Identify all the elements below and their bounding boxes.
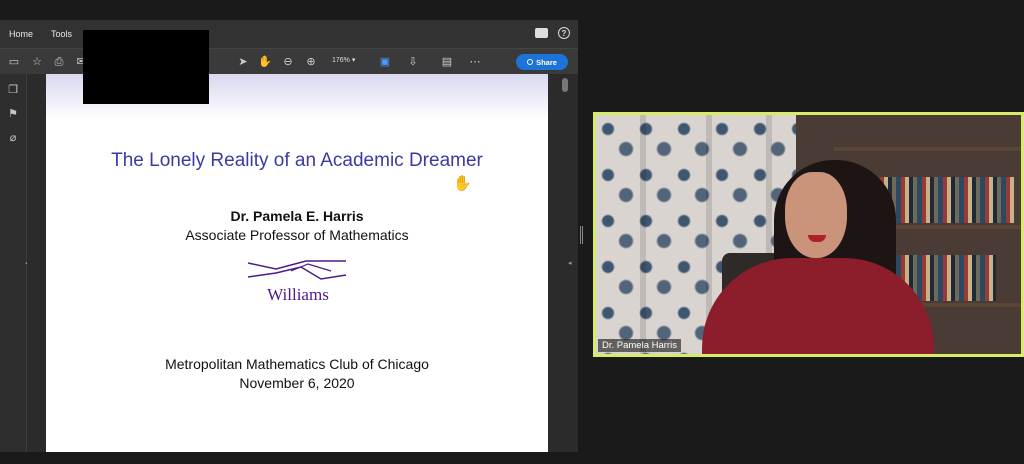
hand-icon[interactable]: ✋ bbox=[258, 55, 272, 69]
left-sidebar: ❐ ⚑ ⌀ ◂ bbox=[0, 74, 29, 452]
pages-icon[interactable]: ❐ bbox=[7, 84, 19, 96]
author-role: Associate Professor of Mathematics bbox=[185, 227, 409, 243]
document-area[interactable]: The Lonely Reality of an Academic Dreame… bbox=[27, 74, 578, 452]
bookmark-icon[interactable]: ⚑ bbox=[7, 108, 19, 120]
zoom-level-select[interactable]: 176% ▾ bbox=[332, 56, 355, 64]
chat-icon[interactable] bbox=[535, 28, 548, 38]
screen: Home Tools ? ▭ ☆ ⎙ ✉ 1) ➤ ✋ ⊖ ⊕ 176% ▾ ▣… bbox=[0, 0, 1024, 464]
share-button[interactable]: Share bbox=[516, 54, 568, 70]
menu-tools[interactable]: Tools bbox=[42, 29, 81, 39]
scroll-mode-icon[interactable]: ⇩ bbox=[406, 55, 420, 69]
mountain-logo-icon bbox=[247, 260, 347, 280]
scrollbar-thumb[interactable] bbox=[562, 78, 568, 92]
print-icon[interactable]: ⎙ bbox=[52, 55, 66, 69]
zoom-level-value: 176% bbox=[332, 57, 350, 64]
person-face bbox=[785, 172, 847, 258]
logo-text: Williams bbox=[267, 285, 329, 304]
attachment-icon[interactable]: ⌀ bbox=[7, 132, 19, 144]
split-divider-handle[interactable] bbox=[580, 226, 583, 244]
event-name: Metropolitan Mathematics Club of Chicago bbox=[165, 356, 429, 372]
zoom-in-icon[interactable]: ⊕ bbox=[304, 55, 318, 69]
comment-icon[interactable]: ▤ bbox=[440, 55, 454, 69]
author-name: Dr. Pamela E. Harris bbox=[230, 208, 364, 224]
pointer-icon[interactable]: ➤ bbox=[236, 55, 250, 69]
participant-name-tag: Dr. Pamela Harris bbox=[598, 339, 681, 352]
share-person-icon bbox=[527, 59, 534, 65]
more-icon[interactable]: ⋯ bbox=[468, 55, 482, 69]
fit-page-icon[interactable]: ▣ bbox=[378, 55, 392, 69]
share-label: Share bbox=[536, 57, 557, 67]
pdf-page: The Lonely Reality of an Academic Dreame… bbox=[46, 74, 548, 452]
hand-cursor-icon: ✋ bbox=[453, 175, 472, 192]
help-icon[interactable]: ? bbox=[558, 27, 570, 39]
slide-title: The Lonely Reality of an Academic Dreame… bbox=[111, 150, 483, 171]
menu-home[interactable]: Home bbox=[0, 29, 42, 39]
expand-right-panel-icon[interactable]: ◂ bbox=[568, 259, 572, 267]
video-tile[interactable]: Dr. Pamela Harris bbox=[593, 112, 1024, 357]
williams-logo: Williams bbox=[246, 257, 350, 305]
event-date: November 6, 2020 bbox=[239, 375, 355, 391]
zoom-out-icon[interactable]: ⊖ bbox=[281, 55, 295, 69]
menu-right-icons: ? bbox=[535, 27, 570, 39]
bookshelf-shelf bbox=[834, 147, 1021, 151]
save-icon[interactable]: ▭ bbox=[7, 55, 21, 69]
star-icon[interactable]: ☆ bbox=[30, 55, 44, 69]
redaction-box bbox=[83, 30, 209, 104]
curtain-fold bbox=[640, 115, 646, 354]
